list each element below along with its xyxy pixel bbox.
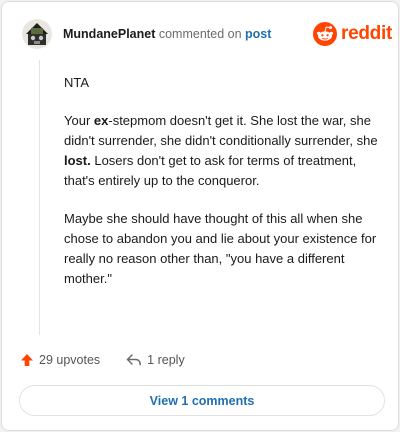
action-text: commented on [158,27,242,41]
comment-paragraph: NTA [64,75,90,90]
reply-button[interactable]: 1 reply [126,353,185,367]
username[interactable]: MundanePlanet [63,27,155,41]
view-comments-button[interactable]: View 1 comments [19,385,385,416]
upvote-button[interactable]: 29 upvotes [20,353,100,367]
thread-line [39,60,40,335]
comment-body: NTA Your ex-stepmom doesn't get it. She … [64,73,382,307]
upvote-count: 29 upvotes [39,353,101,367]
bold-text: ex [93,113,109,128]
comment-card: MundanePlanet commented on post reddit N… [1,1,399,431]
avatar[interactable] [22,19,52,49]
text-run: -stepmom doesn't get it. She lost the wa… [64,113,378,148]
upvote-arrow-icon [21,354,33,366]
reddit-snoo-icon [313,22,337,46]
comment-actions: 29 upvotes 1 reply [20,352,185,368]
reddit-brand[interactable]: reddit [313,21,392,47]
reply-arrow-icon [126,354,142,366]
text-run: Your [64,113,94,128]
avatar-image [22,19,52,49]
comment-paragraph: Maybe she should have thought of this al… [64,211,377,286]
reply-count: 1 reply [147,353,185,367]
comment-header: MundanePlanet commented on post [63,27,271,41]
brand-wordmark: reddit [341,23,392,44]
bold-text: lost. [64,153,91,168]
comment-paragraph: Your ex-stepmom doesn't get it. She lost… [64,111,382,191]
text-run: Losers don't get to ask for terms of tre… [64,153,357,188]
post-link[interactable]: post [245,27,271,41]
